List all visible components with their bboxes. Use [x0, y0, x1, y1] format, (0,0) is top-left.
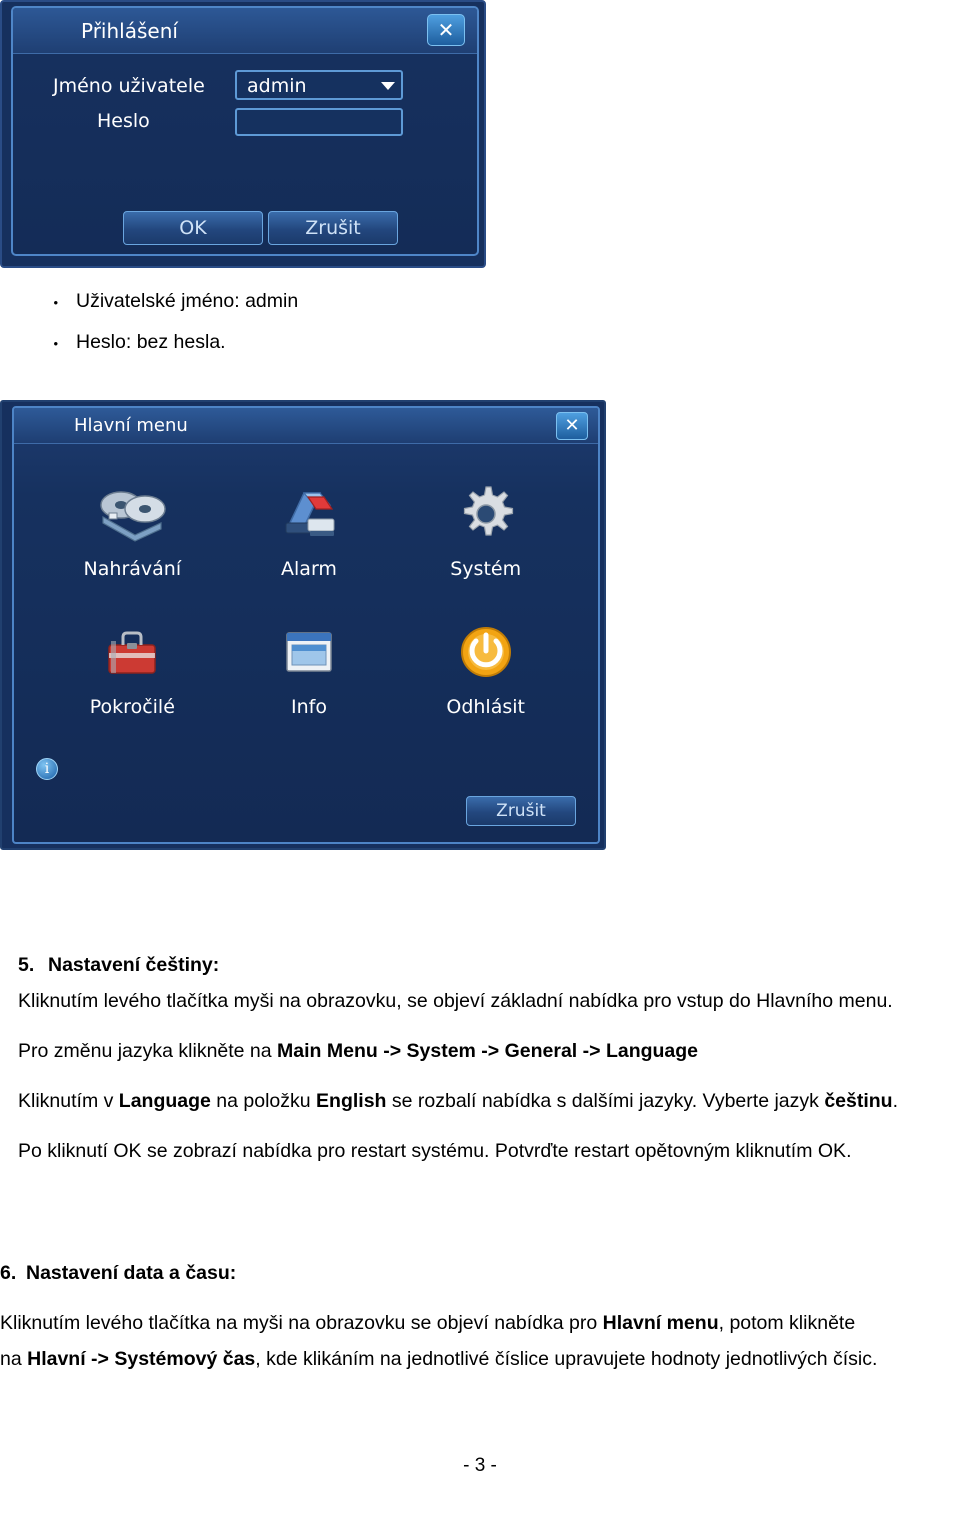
s5-p3-b: Language — [118, 1090, 211, 1112]
section-6-title: Nastavení data a času: — [26, 1262, 237, 1284]
login-dialog: Přihlášení ✕ Jméno uživatele admin Heslo… — [11, 6, 479, 256]
section-5-p2-path: Main Menu -> System -> General -> Langua… — [277, 1040, 699, 1062]
menu-item-pokrocile[interactable]: Pokročilé — [44, 616, 221, 754]
main-menu-grid: Nahrávání Alarm Systém Pokročilé Info Od… — [44, 478, 574, 754]
bullet-marker: • — [53, 336, 58, 351]
s6-p1-b: Hlavní menu — [602, 1312, 719, 1334]
s5-p3-a: Kliknutím v — [18, 1090, 119, 1112]
s5-p3-f: češtinu — [824, 1090, 893, 1112]
s6-p1-a: Kliknutím levého tlačítka na myši na obr… — [0, 1312, 603, 1334]
password-input[interactable] — [235, 108, 403, 136]
section-5-number: 5. — [18, 954, 35, 976]
menu-item-label: Alarm — [281, 558, 337, 580]
monitor-window-icon — [221, 616, 398, 688]
password-label: Heslo — [97, 110, 150, 132]
s5-p3-d: English — [316, 1090, 387, 1112]
menu-item-label: Pokročilé — [89, 696, 175, 718]
menu-item-system[interactable]: Systém — [397, 478, 574, 616]
section-5-paragraph-3: Kliknutím v Language na položku English … — [18, 1086, 942, 1116]
alarm-light-icon — [221, 478, 398, 550]
menu-item-info[interactable]: Info — [221, 616, 398, 754]
page-number: - 3 - — [463, 1455, 497, 1476]
section-5-paragraph-1: Kliknutím levého tlačítka myši na obrazo… — [18, 990, 893, 1012]
login-cancel-button[interactable]: Zrušit — [268, 211, 398, 245]
section-6: 6. Nastavení data a času: Kliknutím levé… — [0, 1258, 940, 1380]
gear-icon — [397, 478, 574, 550]
main-menu-title: Hlavní menu — [74, 415, 188, 436]
s6-p1-c: , potom klikněte — [718, 1312, 856, 1334]
section-6-number: 6. — [0, 1262, 17, 1284]
film-reel-icon — [44, 478, 221, 550]
menu-item-odhlasit[interactable]: Odhlásit — [397, 616, 574, 754]
menu-item-nahravani[interactable]: Nahrávání — [44, 478, 221, 616]
section-6-heading: 6. Nastavení data a času: — [0, 1258, 940, 1288]
list-item-text: Heslo: bez hesla. — [76, 331, 226, 353]
s5-p3-g: . — [892, 1090, 899, 1112]
section-5-p2-text: Pro změnu jazyka klikněte na — [18, 1040, 278, 1062]
s6-p2-b: Hlavní -> Systémový čas — [27, 1348, 256, 1370]
s6-p2-c: , kde klikáním na jednotlivé číslice upr… — [255, 1348, 878, 1370]
section-5-title: Nastavení češtiny: — [48, 954, 220, 976]
username-label: Jméno uživatele — [53, 75, 205, 97]
chevron-down-icon — [381, 82, 395, 90]
section-6-paragraph-2: na Hlavní -> Systémový čas, kde klikáním… — [0, 1344, 940, 1374]
section-5-paragraph-4: Po kliknutí OK se zobrazí nabídka pro re… — [18, 1140, 852, 1162]
main-menu-cancel-button[interactable]: Zrušit — [466, 796, 576, 826]
username-value: admin — [247, 75, 307, 97]
list-item: • Heslo: bez hesla. — [0, 331, 700, 354]
toolbox-icon — [44, 616, 221, 688]
close-icon[interactable]: ✕ — [427, 14, 465, 46]
main-menu-dialog: Hlavní menu ✕ Nahrávání Alarm Systém Pok… — [12, 406, 600, 844]
menu-item-label: Nahrávání — [83, 558, 182, 580]
menu-item-label: Info — [291, 696, 327, 718]
list-item-text: Uživatelské jméno: admin — [76, 290, 299, 312]
menu-item-alarm[interactable]: Alarm — [221, 478, 398, 616]
menu-item-label: Odhlásit — [446, 696, 525, 718]
power-icon — [397, 616, 574, 688]
section-6-paragraph-1: Kliknutím levého tlačítka na myši na obr… — [0, 1308, 940, 1338]
username-select[interactable]: admin — [235, 70, 403, 100]
info-icon[interactable]: i — [36, 758, 58, 780]
login-title: Přihlášení — [81, 19, 178, 43]
s5-p3-e: se rozbalí nabídka s dalšími jazyky. Vyb… — [386, 1090, 825, 1112]
login-ok-button[interactable]: OK — [123, 211, 263, 245]
login-dialog-screenshot: Přihlášení ✕ Jméno uživatele admin Heslo… — [0, 0, 486, 268]
section-5: 5. Nastavení češtiny: Kliknutím levého t… — [18, 950, 942, 1172]
list-item: • Uživatelské jméno: admin — [0, 290, 700, 313]
main-menu-screenshot: Hlavní menu ✕ Nahrávání Alarm Systém Pok… — [0, 400, 606, 850]
credentials-list: • Uživatelské jméno: admin • Heslo: bez … — [0, 290, 700, 372]
s5-p3-c: na položku — [210, 1090, 317, 1112]
s6-p2-a: na — [0, 1348, 28, 1370]
section-5-paragraph-2: Pro změnu jazyka klikněte na Main Menu -… — [18, 1036, 942, 1066]
bullet-marker: • — [53, 295, 58, 310]
close-icon[interactable]: ✕ — [556, 412, 588, 440]
menu-item-label: Systém — [450, 558, 522, 580]
section-5-heading: 5. Nastavení češtiny: — [18, 950, 942, 980]
